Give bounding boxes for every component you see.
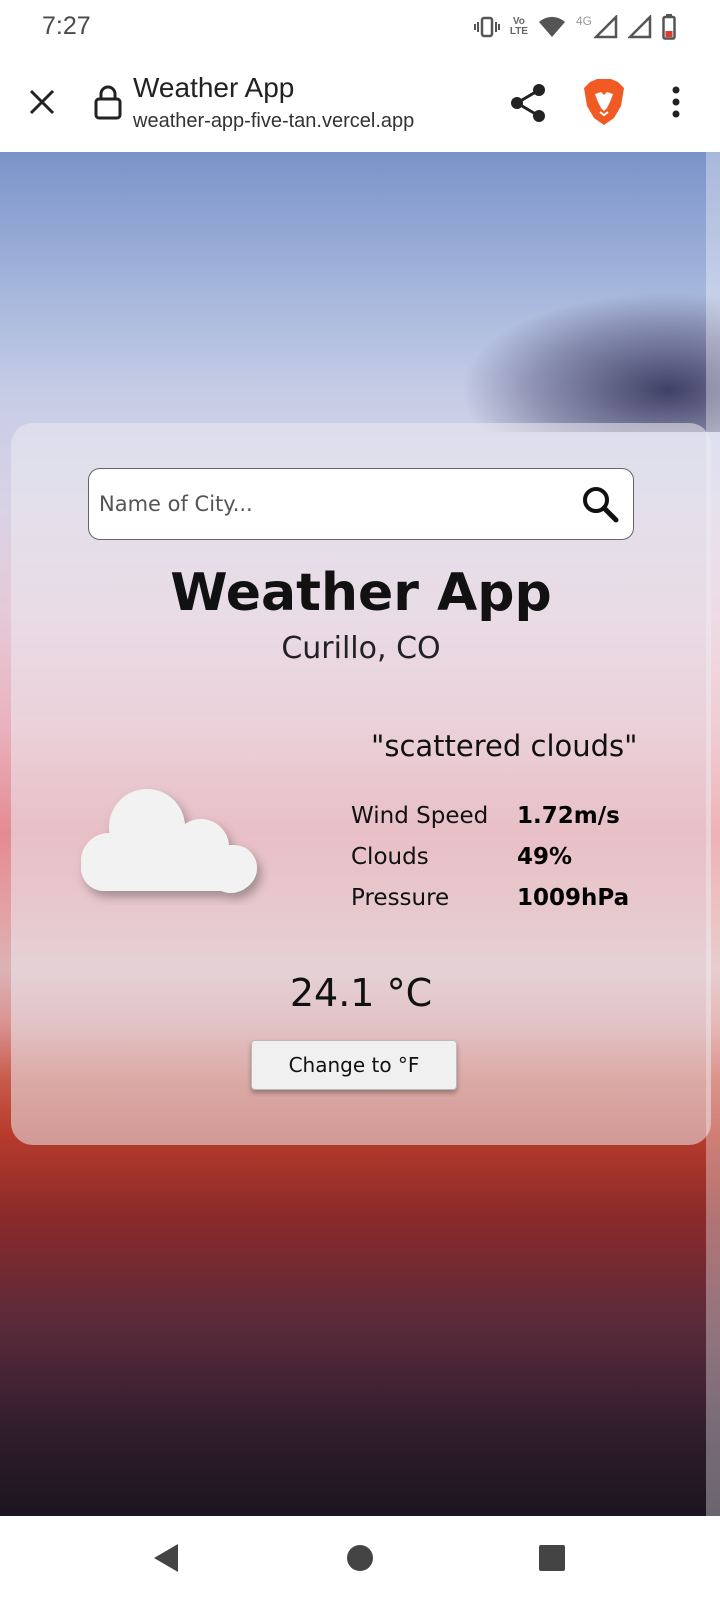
volte-icon: Vo LTE [510,17,528,37]
signal-icon [628,15,652,39]
stat-label: Wind Speed [351,802,489,829]
search-box [88,468,634,540]
vibrate-icon [473,16,500,38]
weather-stats: Wind Speed 1.72m/s Clouds 49% Pressure 1… [351,795,671,918]
unit-toggle-button[interactable]: Change to °F [251,1040,457,1090]
volte-bottom-label: LTE [509,26,528,37]
stat-label: Clouds [351,843,429,870]
location-label: Curillo, CO [281,631,441,666]
browser-toolbar: Weather App weather-app-five-tan.vercel.… [0,54,720,152]
stat-row-wind: Wind Speed 1.72m/s [351,795,671,836]
app-title: Weather App [170,563,552,623]
share-icon[interactable] [508,82,550,124]
search-icon[interactable] [581,485,619,523]
close-tab-button[interactable] [22,82,62,122]
weather-card: Weather App Curillo, CO "scattered cloud… [11,423,711,1145]
close-icon [29,89,55,115]
temperature-display: 24.1 °C [289,971,433,1015]
wifi-icon [538,16,565,37]
web-page: Weather App Curillo, CO "scattered cloud… [0,152,720,1516]
browser-url[interactable]: weather-app-five-tan.vercel.app [133,110,414,133]
status-time: 7:27 [42,12,91,40]
stat-value: 49% [517,843,573,870]
stat-value: 1.72m/s [517,802,620,829]
back-icon[interactable] [148,1540,184,1576]
brave-lion-icon[interactable] [582,78,626,126]
more-vert-icon[interactable] [664,82,688,122]
status-bar: 7:27 Vo LTE 4G [0,0,720,54]
battery-icon [662,14,676,40]
browser-page-title[interactable]: Weather App [133,72,294,104]
weather-description: "scattered clouds" [371,729,638,763]
status-icons: Vo LTE 4G [473,12,676,42]
home-icon[interactable] [342,1540,378,1576]
lock-icon[interactable] [93,84,123,120]
recents-icon[interactable] [534,1540,570,1576]
stat-value: 1009hPa [517,884,630,911]
stat-row-clouds: Clouds 49% [351,836,671,877]
cloud-icon [81,789,257,893]
stat-row-pressure: Pressure 1009hPa [351,877,671,918]
signal-icon [594,15,618,39]
network-type-label: 4G [575,14,592,28]
city-search-input[interactable] [99,469,559,539]
stat-label: Pressure [351,884,450,911]
system-nav-bar [0,1516,720,1600]
